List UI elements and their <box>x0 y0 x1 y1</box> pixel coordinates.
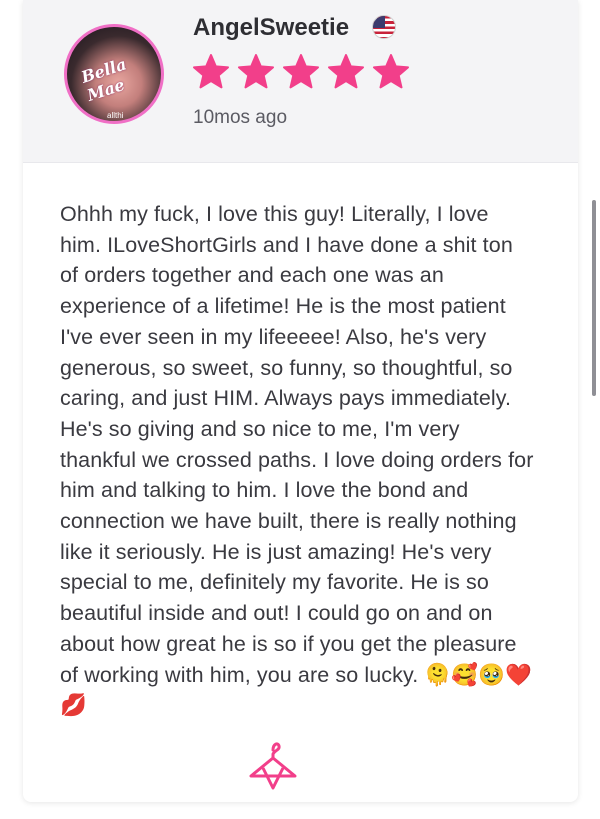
review-text: Ohhh my fuck, I love this guy! Literally… <box>60 202 534 718</box>
star-icon <box>283 54 319 89</box>
star-icon <box>193 54 229 89</box>
us-flag-icon <box>372 15 396 39</box>
scrollbar-thumb[interactable] <box>592 200 596 396</box>
hanger-icon <box>249 742 297 790</box>
review-time: 10mos ago <box>193 107 288 128</box>
reviewer-name[interactable]: AngelSweetie <box>193 14 349 42</box>
star-icon <box>373 54 409 89</box>
review-card: Bella Mae allthi AngelSweetie 10mos ago … <box>23 0 578 802</box>
star-icon <box>328 54 364 89</box>
avatar[interactable]: Bella Mae allthi <box>64 24 164 124</box>
review-header: Bella Mae allthi AngelSweetie 10mos ago <box>23 0 578 163</box>
avatar-subtext: allthi <box>107 111 124 120</box>
flag-canton <box>373 16 385 28</box>
star-rating <box>191 52 411 96</box>
star-icon <box>238 54 274 89</box>
